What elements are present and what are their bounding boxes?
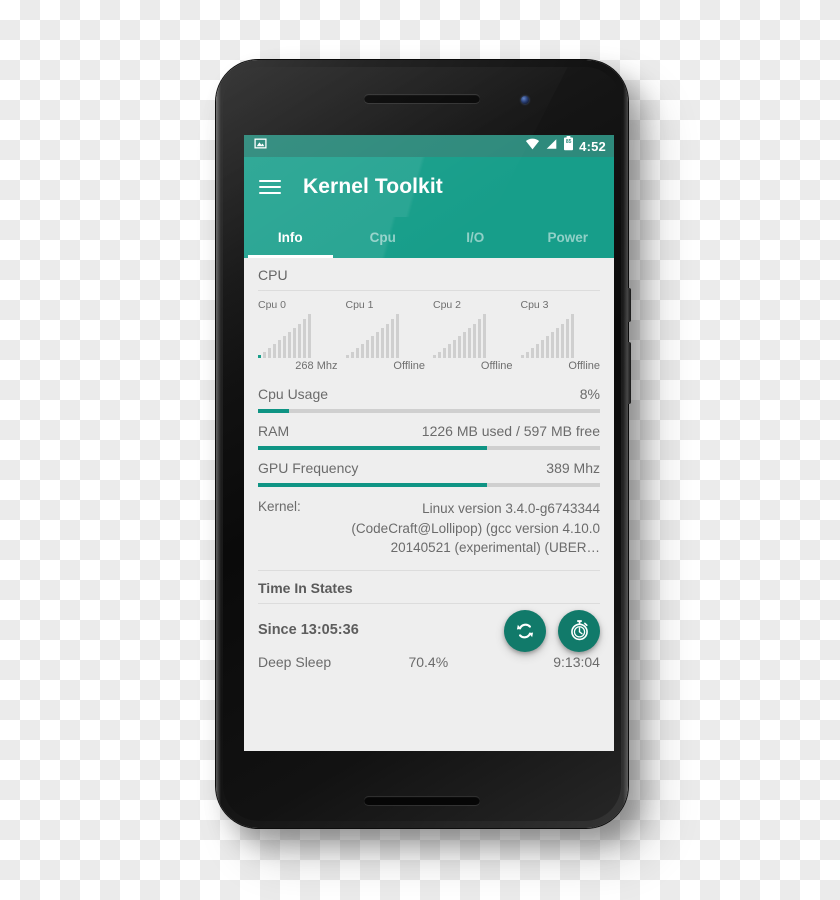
- earpiece-speaker: [364, 94, 480, 103]
- stat-row-cpu-usage: Cpu Usage 8%: [244, 376, 614, 413]
- tab-io[interactable]: I/O: [429, 217, 522, 258]
- cpu-core-freq-bars: [520, 314, 601, 358]
- kernel-label: Kernel:: [258, 499, 301, 514]
- battery-level-text: 85: [565, 139, 572, 145]
- kernel-version-text: Linux version 3.4.0-g6743344 (CodeCraft@…: [351, 501, 600, 556]
- stat-value: 1226 MB used / 597 MB free: [421, 423, 600, 439]
- tab-bar: Info Cpu I/O Power: [244, 217, 614, 258]
- stat-value: 8%: [579, 386, 600, 402]
- content-scroll-area[interactable]: CPU Cpu 0 268 Mhz Cpu 1 Offline Cpu 2 Of…: [244, 258, 614, 751]
- time-in-states-header: Time In States: [258, 579, 353, 596]
- cpu-core-freq-bars: [345, 314, 426, 358]
- cpu-core-label: Cpu 2: [433, 299, 462, 311]
- battery-icon: 85: [563, 136, 574, 156]
- screenshot-canvas: 85 4:52 Kernel Toolkit Info Cpu I/O Powe…: [0, 0, 840, 900]
- stopwatch-icon[interactable]: [558, 609, 600, 652]
- phone-device: 85 4:52 Kernel Toolkit Info Cpu I/O Powe…: [216, 60, 631, 828]
- image-icon: [254, 137, 267, 155]
- stat-row-ram: RAM 1226 MB used / 597 MB free: [244, 413, 614, 450]
- cpu-cores-chart-row: Cpu 0 268 Mhz Cpu 1 Offline Cpu 2 Offlin…: [244, 291, 614, 376]
- cpu-core-label: Cpu 3: [520, 299, 549, 311]
- cpu-core-label: Cpu 1: [345, 299, 374, 311]
- cpu-core-freq-bars: [433, 314, 513, 358]
- phone-faceplate: 85 4:52 Kernel Toolkit Info Cpu I/O Powe…: [223, 67, 621, 821]
- phone-screen: 85 4:52 Kernel Toolkit Info Cpu I/O Powe…: [244, 135, 614, 751]
- bottom-speaker: [364, 796, 480, 805]
- cpu-core-cell[interactable]: Cpu 1 Offline: [342, 299, 430, 372]
- stat-value: 389 Mhz: [546, 460, 600, 476]
- cpu-core-cell[interactable]: Cpu 2 Offline: [429, 299, 517, 372]
- hamburger-menu-icon[interactable]: [259, 180, 281, 194]
- app-bar: Kernel Toolkit: [244, 157, 614, 217]
- status-bar-clock: 4:52: [579, 138, 606, 154]
- since-label: Since 13:05:36: [258, 621, 359, 638]
- kernel-info-row: Kernel: Linux version 3.4.0-g6743344 (Co…: [244, 487, 614, 570]
- tab-cpu[interactable]: Cpu: [337, 217, 430, 258]
- state-name: Deep Sleep: [258, 653, 332, 670]
- stat-label: RAM: [258, 423, 290, 439]
- cell-signal-icon: [545, 137, 558, 155]
- tab-power[interactable]: Power: [522, 217, 615, 258]
- fab-group: [504, 609, 600, 652]
- app-title: Kernel Toolkit: [303, 175, 443, 198]
- stat-label: Cpu Usage: [258, 386, 329, 402]
- cpu-core-freq-value: Offline: [480, 360, 513, 372]
- stat-row-gpu-frequency: GPU Frequency 389 Mhz: [244, 450, 614, 487]
- tab-info[interactable]: Info: [244, 217, 337, 258]
- state-percent: 70.4%: [408, 653, 449, 670]
- state-time: 9:13:04: [553, 653, 600, 670]
- since-row: Since 13:05:36: [244, 604, 614, 652]
- cpu-core-freq-value: Offline: [393, 360, 425, 372]
- cpu-core-freq-value: 268 Mhz: [295, 360, 338, 372]
- refresh-icon[interactable]: [504, 609, 546, 652]
- wifi-icon: [525, 137, 540, 155]
- cpu-core-freq-value: Offline: [568, 360, 600, 372]
- cpu-core-cell[interactable]: Cpu 0 268 Mhz: [254, 299, 342, 372]
- front-camera: [521, 96, 529, 104]
- cpu-core-label: Cpu 0: [258, 299, 287, 311]
- cpu-core-freq-bars: [258, 314, 338, 358]
- power-button[interactable]: [627, 288, 631, 322]
- status-bar: 85 4:52: [244, 135, 614, 157]
- stat-label: GPU Frequency: [258, 460, 359, 476]
- cpu-section-header: CPU: [258, 267, 288, 283]
- volume-rocker-button[interactable]: [627, 342, 631, 404]
- cpu-core-cell[interactable]: Cpu 3 Offline: [517, 299, 605, 372]
